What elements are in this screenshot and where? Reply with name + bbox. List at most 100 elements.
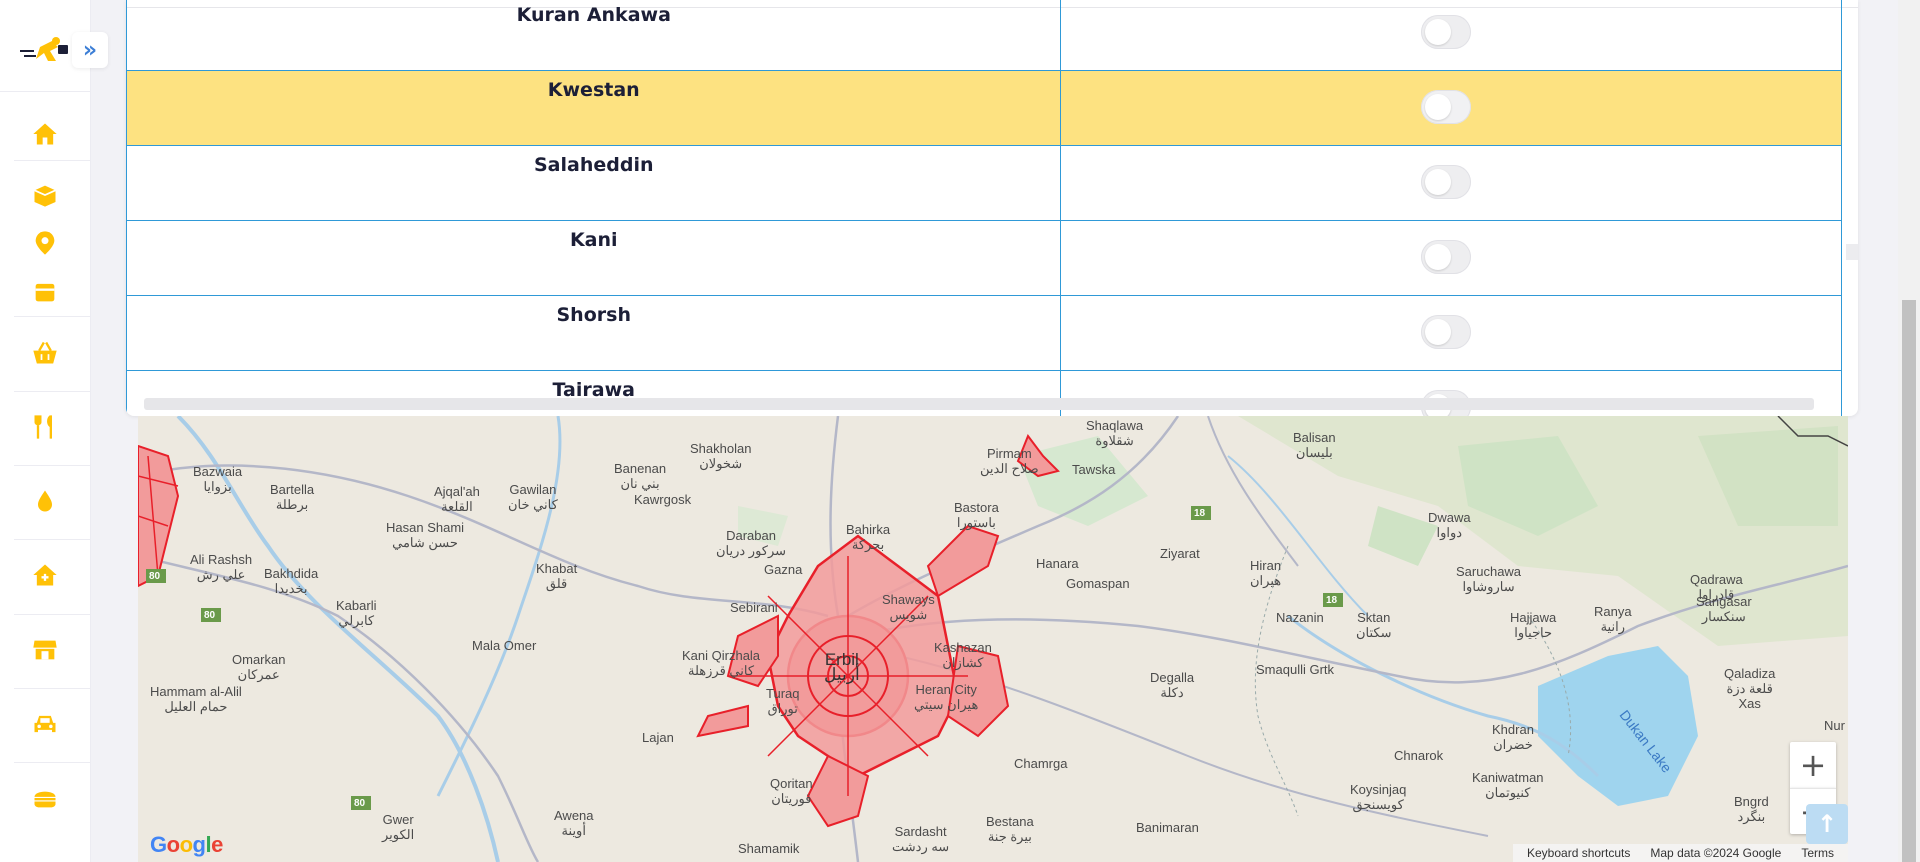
divider <box>14 391 90 392</box>
table-row: Kuran Ankawa <box>126 0 1842 71</box>
map-place-label: Qaladiza قلعة دزة Xas <box>1724 666 1776 711</box>
zone-toggle-cell <box>1060 0 1842 71</box>
map-place-label: Khdran خضران <box>1492 722 1534 752</box>
keyboard-shortcuts-link[interactable]: Keyboard shortcuts <box>1527 846 1630 860</box>
map-place-label: Bastora باستورا <box>954 500 999 530</box>
zone-active-toggle[interactable] <box>1421 165 1472 199</box>
utensils-icon <box>34 415 52 439</box>
map-pin-icon <box>35 231 55 255</box>
store-icon <box>33 640 57 660</box>
map-place-label: Tawska <box>1072 462 1116 477</box>
map-background <box>138 416 1848 862</box>
page-scrollbar[interactable] <box>1898 0 1920 862</box>
divider <box>14 614 90 615</box>
sidebar-item-packages[interactable] <box>14 278 76 306</box>
table-vertical-scrollbar[interactable] <box>1846 244 1858 260</box>
map-place-label: Balisan بليسان <box>1293 430 1336 460</box>
map-place-label: Awena أوينة <box>554 808 594 838</box>
map-place-label: Kani Qirzhala كاني قرزهلة <box>682 648 761 678</box>
divider <box>14 762 90 763</box>
map-place-label: Ziyarat <box>1160 546 1200 561</box>
divider <box>14 465 90 466</box>
terms-link[interactable]: Terms <box>1801 846 1834 860</box>
map-place-label: Chamrga <box>1014 756 1068 771</box>
map-place-label: Omarkan عمركان <box>232 652 286 682</box>
package-icon <box>35 283 55 302</box>
map-place-label: Kashazan كشازان <box>934 640 992 670</box>
map-place-label: Gomaspan <box>1066 576 1130 591</box>
divider <box>14 160 90 161</box>
divider <box>14 539 90 540</box>
map-place-label: Hammam al-Alil حمام العليل <box>150 684 242 714</box>
map-place-label: Sebirani <box>730 600 778 615</box>
road-shield: 18 <box>1326 595 1338 606</box>
map-place-label: Hasan Shami حسن شامي <box>386 520 465 550</box>
map-city-label: Erbil أربيل <box>824 650 860 684</box>
map-place-label: Mala Omer <box>472 638 537 653</box>
table-row: Kani <box>126 220 1842 296</box>
home-plus-icon <box>33 564 57 586</box>
google-logo[interactable]: Google <box>150 832 223 858</box>
table-horizontal-scrollbar[interactable] <box>144 398 1814 410</box>
zone-toggle-cell <box>1060 295 1842 371</box>
zone-name: Kwestan <box>126 70 1062 146</box>
map-place-label: Turaq توراق <box>766 686 800 716</box>
sidebar-item-stores[interactable] <box>14 636 76 664</box>
zone-toggle-cell <box>1060 70 1842 146</box>
road-shield: 80 <box>354 798 366 809</box>
zone-name: Kuran Ankawa <box>126 0 1062 71</box>
car-icon <box>34 715 56 733</box>
map-place-label: Lajan <box>642 730 674 745</box>
map-place-label: Gazna <box>764 562 803 577</box>
zone-active-toggle[interactable] <box>1421 240 1472 274</box>
map-place-label: Koysinjaq كويسنجق <box>1350 782 1407 812</box>
map-place-label: Bakhdida بخديدا <box>264 566 319 596</box>
home-icon <box>33 123 57 145</box>
map-place-label: Ali Rashsh علي رش <box>190 552 253 582</box>
sidebar-item-orders[interactable] <box>14 181 76 209</box>
sidebar-item-water[interactable] <box>14 487 76 515</box>
sidebar-item-home[interactable] <box>14 120 76 148</box>
sidebar-item-food[interactable] <box>14 784 76 812</box>
sidebar-item-taxi[interactable] <box>14 710 76 738</box>
zone-active-toggle[interactable] <box>1421 315 1472 349</box>
zoom-in-button[interactable]: + <box>1790 742 1836 788</box>
zone-name: Kani <box>126 220 1062 296</box>
zone-active-toggle[interactable] <box>1421 90 1472 124</box>
back-to-top-button[interactable]: ↑ <box>1806 804 1848 844</box>
sidebar: » <box>0 0 108 862</box>
road-shield: 80 <box>149 571 161 582</box>
map-place-label: Sardasht سه ردشت <box>892 824 950 854</box>
basket-icon <box>33 341 57 364</box>
zones-map[interactable]: 18 18 80 80 80 Shakholan شخولان Banenan بن… <box>138 416 1848 862</box>
zone-toggle-cell <box>1060 145 1842 221</box>
burger-icon <box>34 791 56 808</box>
map-place-label: Gwer الكوير <box>382 812 415 842</box>
page-scrollbar-thumb[interactable] <box>1902 300 1916 862</box>
map-attribution: Keyboard shortcuts Map data ©2024 Google… <box>1513 844 1848 862</box>
zones-table-card: Kuran Ankawa Kwestan Salaheddin Kani Sho… <box>126 0 1858 416</box>
map-place-label: Degalla دكلة <box>1150 670 1195 700</box>
sidebar-expand-button[interactable]: » <box>72 32 108 68</box>
divider <box>14 688 90 689</box>
map-place-label: Dwawa دواوا <box>1428 510 1471 540</box>
map-place-label: Gawilan كاني خان <box>508 482 558 512</box>
drop-icon <box>38 490 52 512</box>
sidebar-item-market[interactable] <box>14 339 76 367</box>
map-place-label: Bartella برطلة <box>270 482 315 512</box>
map-place-label: Bahirka بحركة <box>846 522 891 552</box>
map-place-label: Kawrgosk <box>634 492 692 507</box>
map-place-label: Bestana بيرة جنة <box>986 814 1034 844</box>
map-place-label: Shaqlawa شقلاوة <box>1086 418 1144 448</box>
sidebar-item-restaurants[interactable] <box>14 413 76 441</box>
sidebar-item-services[interactable] <box>14 561 76 589</box>
sidebar-item-locations[interactable] <box>14 229 76 257</box>
zone-active-toggle[interactable] <box>1421 15 1472 49</box>
map-data-text: Map data ©2024 Google <box>1650 846 1782 860</box>
delivery-logo-icon[interactable] <box>18 35 74 65</box>
map-place-label: Shamamik <box>738 841 800 856</box>
zone-name: Shorsh <box>126 295 1062 371</box>
map-place-label: Daraban سركور دريان <box>716 528 787 558</box>
map-place-label: Shaways شويس <box>882 592 935 622</box>
map-place-label: Saruchawa ساروشاوا <box>1456 564 1522 594</box>
